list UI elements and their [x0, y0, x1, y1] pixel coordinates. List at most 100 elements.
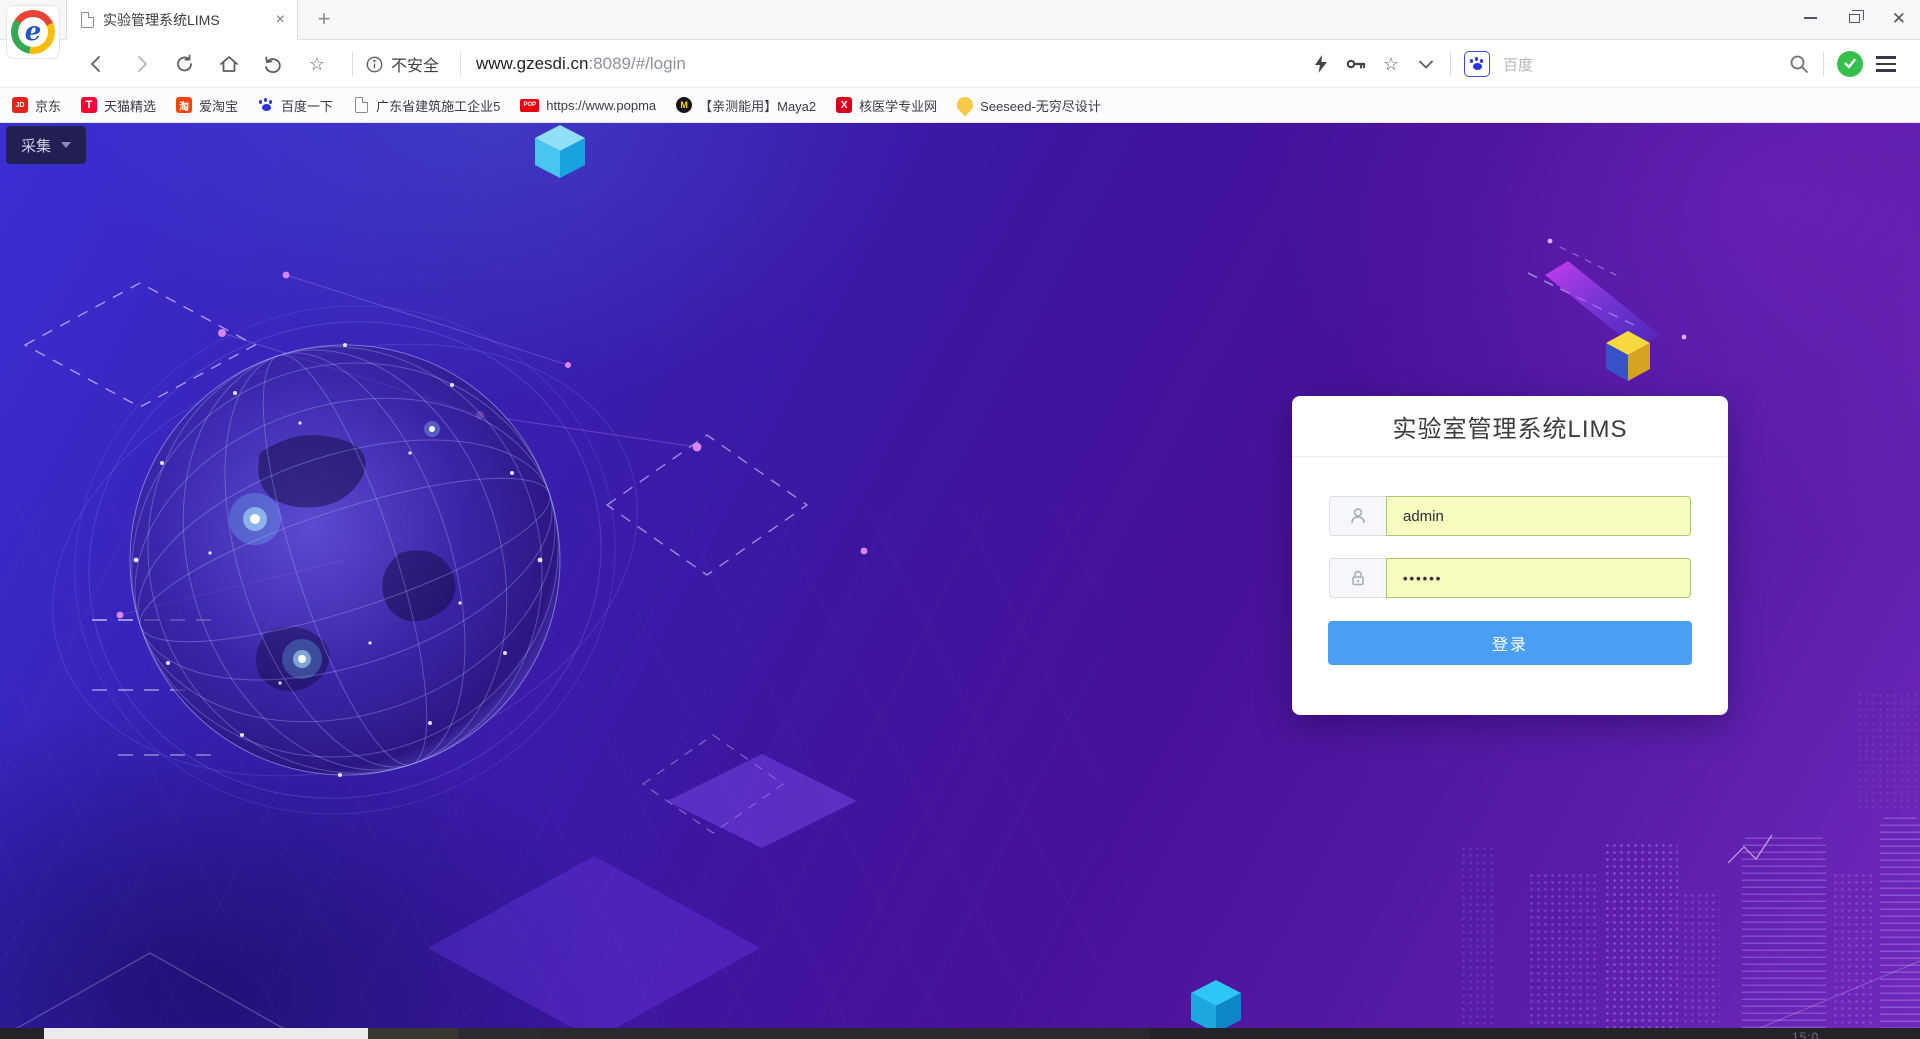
security-status-icon[interactable]: [1837, 51, 1863, 77]
restore-icon[interactable]: [1849, 14, 1860, 23]
taskbar-icon-smudge: [368, 1028, 458, 1039]
password-row: [1329, 558, 1691, 598]
menu-icon[interactable]: [1876, 56, 1896, 71]
url-host: www.gzesdi.cn: [476, 54, 588, 74]
username-row: [1329, 496, 1691, 536]
flash-lightning-icon[interactable]: [1310, 53, 1332, 75]
bookmark-item[interactable]: Seeseed-无穷尽设计: [957, 96, 1101, 115]
caret-down-icon: [61, 142, 71, 148]
search-icon[interactable]: [1788, 53, 1810, 75]
building-texture: [1528, 872, 1600, 1028]
chevron-down-icon[interactable]: [1415, 53, 1437, 75]
building-texture: [1460, 845, 1494, 1028]
username-input[interactable]: [1386, 496, 1691, 536]
lock-icon: [1329, 558, 1386, 598]
bookmark-item[interactable]: X核医学专业网: [836, 96, 937, 115]
bookmark-item[interactable]: JD 京东: [12, 96, 61, 115]
security-indicator[interactable]: 不安全: [366, 40, 439, 88]
tab-active[interactable]: 实验管理系统LIMS ×: [66, 0, 298, 40]
browser-logo[interactable]: e: [6, 5, 60, 59]
home-icon[interactable]: [218, 53, 240, 75]
taskbar-edge[interactable]: 15:0: [0, 1028, 1920, 1039]
divider: [1450, 52, 1451, 76]
bookmark-item[interactable]: T 天猫精选: [81, 96, 156, 115]
address-bar[interactable]: www.gzesdi.cn:8089/#/login: [476, 40, 686, 88]
bookmark-favicon-square: JD: [12, 97, 28, 113]
password-input[interactable]: [1386, 558, 1691, 598]
bookmarks-bar: JD 京东 T 天猫精选 淘爱淘宝 百度一下 广东省建筑施工企业5 POP https://ww…: [0, 88, 1920, 123]
search-engine-label[interactable]: 百度: [1503, 54, 1533, 75]
building-coil-texture: [1880, 812, 1920, 1028]
baidu-search-icon[interactable]: [1464, 51, 1490, 77]
bookmark-item[interactable]: 百度一下: [258, 96, 333, 115]
bookmark-favicon-badge: POP: [520, 99, 539, 112]
login-button[interactable]: 登录: [1328, 621, 1692, 665]
taskbar-icon-smudge: [458, 1028, 540, 1039]
tab-close-icon[interactable]: ×: [274, 11, 287, 29]
bookmark-label: https://www.popma: [546, 98, 656, 113]
bookmark-label: 爱淘宝: [199, 96, 238, 115]
bookmark-star-icon[interactable]: ☆: [1380, 53, 1402, 75]
bookmark-item[interactable]: 淘爱淘宝: [176, 96, 238, 115]
security-label: 不安全: [391, 52, 439, 76]
bookmark-item[interactable]: POP https://www.popma: [520, 98, 656, 113]
taskbar-icon-smudge: [540, 1028, 1150, 1039]
bookmark-item[interactable]: 广东省建筑施工企业5: [353, 96, 500, 115]
bookmark-label: 京东: [35, 96, 61, 115]
close-icon[interactable]: ✕: [1892, 10, 1906, 27]
building-texture: [1682, 892, 1720, 1028]
tab-strip: e 实验管理系统LIMS × + ✕: [0, 0, 1920, 40]
bookmark-favicon-seed: [954, 94, 977, 117]
bookmark-label: Seeseed-无穷尽设计: [980, 96, 1101, 115]
bookmark-label: 天猫精选: [104, 96, 156, 115]
taskbar-clock: 15:0: [1792, 1030, 1819, 1039]
bookmark-favicon-square: 淘: [176, 97, 192, 113]
url-path: :8089/#/login: [588, 54, 685, 74]
browser-logo-letter: e: [18, 17, 48, 47]
cube-bottom: [1191, 980, 1241, 1028]
bookmark-favicon-square: T: [81, 97, 97, 113]
minimize-icon[interactable]: [1804, 17, 1817, 19]
login-card: 实验室管理系统LIMS 登录: [1292, 396, 1728, 715]
info-icon: [366, 56, 383, 73]
cube-top: [535, 125, 585, 178]
browser-logo-ring: e: [11, 10, 55, 54]
collect-label: 采集: [21, 135, 51, 156]
collect-dropdown-button[interactable]: 采集: [6, 126, 86, 164]
bookmark-favicon-page: [353, 97, 369, 113]
toolbar-right: [1788, 40, 1896, 88]
taskbar-search-strip[interactable]: [44, 1028, 368, 1039]
toolbar-divider-2: [460, 40, 461, 88]
tab-favicon-page-icon: [81, 12, 94, 28]
forward-icon[interactable]: [130, 53, 152, 75]
bookmark-favicon-square: X: [836, 97, 852, 113]
bookmark-favicon-circle: M: [676, 97, 692, 113]
window-controls: ✕: [1804, 0, 1906, 36]
favorite-star-icon[interactable]: ☆: [306, 53, 328, 75]
user-icon: [1329, 496, 1386, 536]
building-texture: [1856, 692, 1920, 812]
page-icon: [355, 97, 368, 113]
back-icon[interactable]: [86, 53, 108, 75]
new-tab-button[interactable]: +: [312, 7, 336, 31]
building-texture: [1604, 842, 1678, 1028]
page-content: 采集 实验室管理系统LIMS 登录: [0, 123, 1920, 1028]
refresh-icon[interactable]: [174, 53, 196, 75]
password-key-icon[interactable]: [1345, 53, 1367, 75]
bookmark-label: 【亲测能用】Maya2: [699, 96, 816, 115]
toolbar-divider: [352, 40, 353, 88]
tab-title: 实验管理系统LIMS: [103, 10, 274, 30]
building-texture: [1832, 872, 1876, 1028]
undo-icon[interactable]: [262, 53, 284, 75]
building-coil-texture: [1742, 832, 1826, 1028]
bookmark-label: 百度一下: [281, 96, 333, 115]
bookmark-item[interactable]: M 【亲测能用】Maya2: [676, 96, 816, 115]
divider: [1823, 52, 1824, 76]
nav-icons: ☆: [86, 40, 328, 88]
bookmark-favicon-paw: [258, 97, 274, 113]
login-title: 实验室管理系统LIMS: [1292, 396, 1728, 457]
address-bar-actions: ☆ 百度: [1310, 40, 1533, 88]
paw-icon: [260, 100, 272, 111]
toolbar: ☆ 不安全 www.gzesdi.cn:8089/#/login ☆ 百度: [0, 40, 1920, 88]
bookmark-label: 广东省建筑施工企业5: [376, 96, 500, 115]
